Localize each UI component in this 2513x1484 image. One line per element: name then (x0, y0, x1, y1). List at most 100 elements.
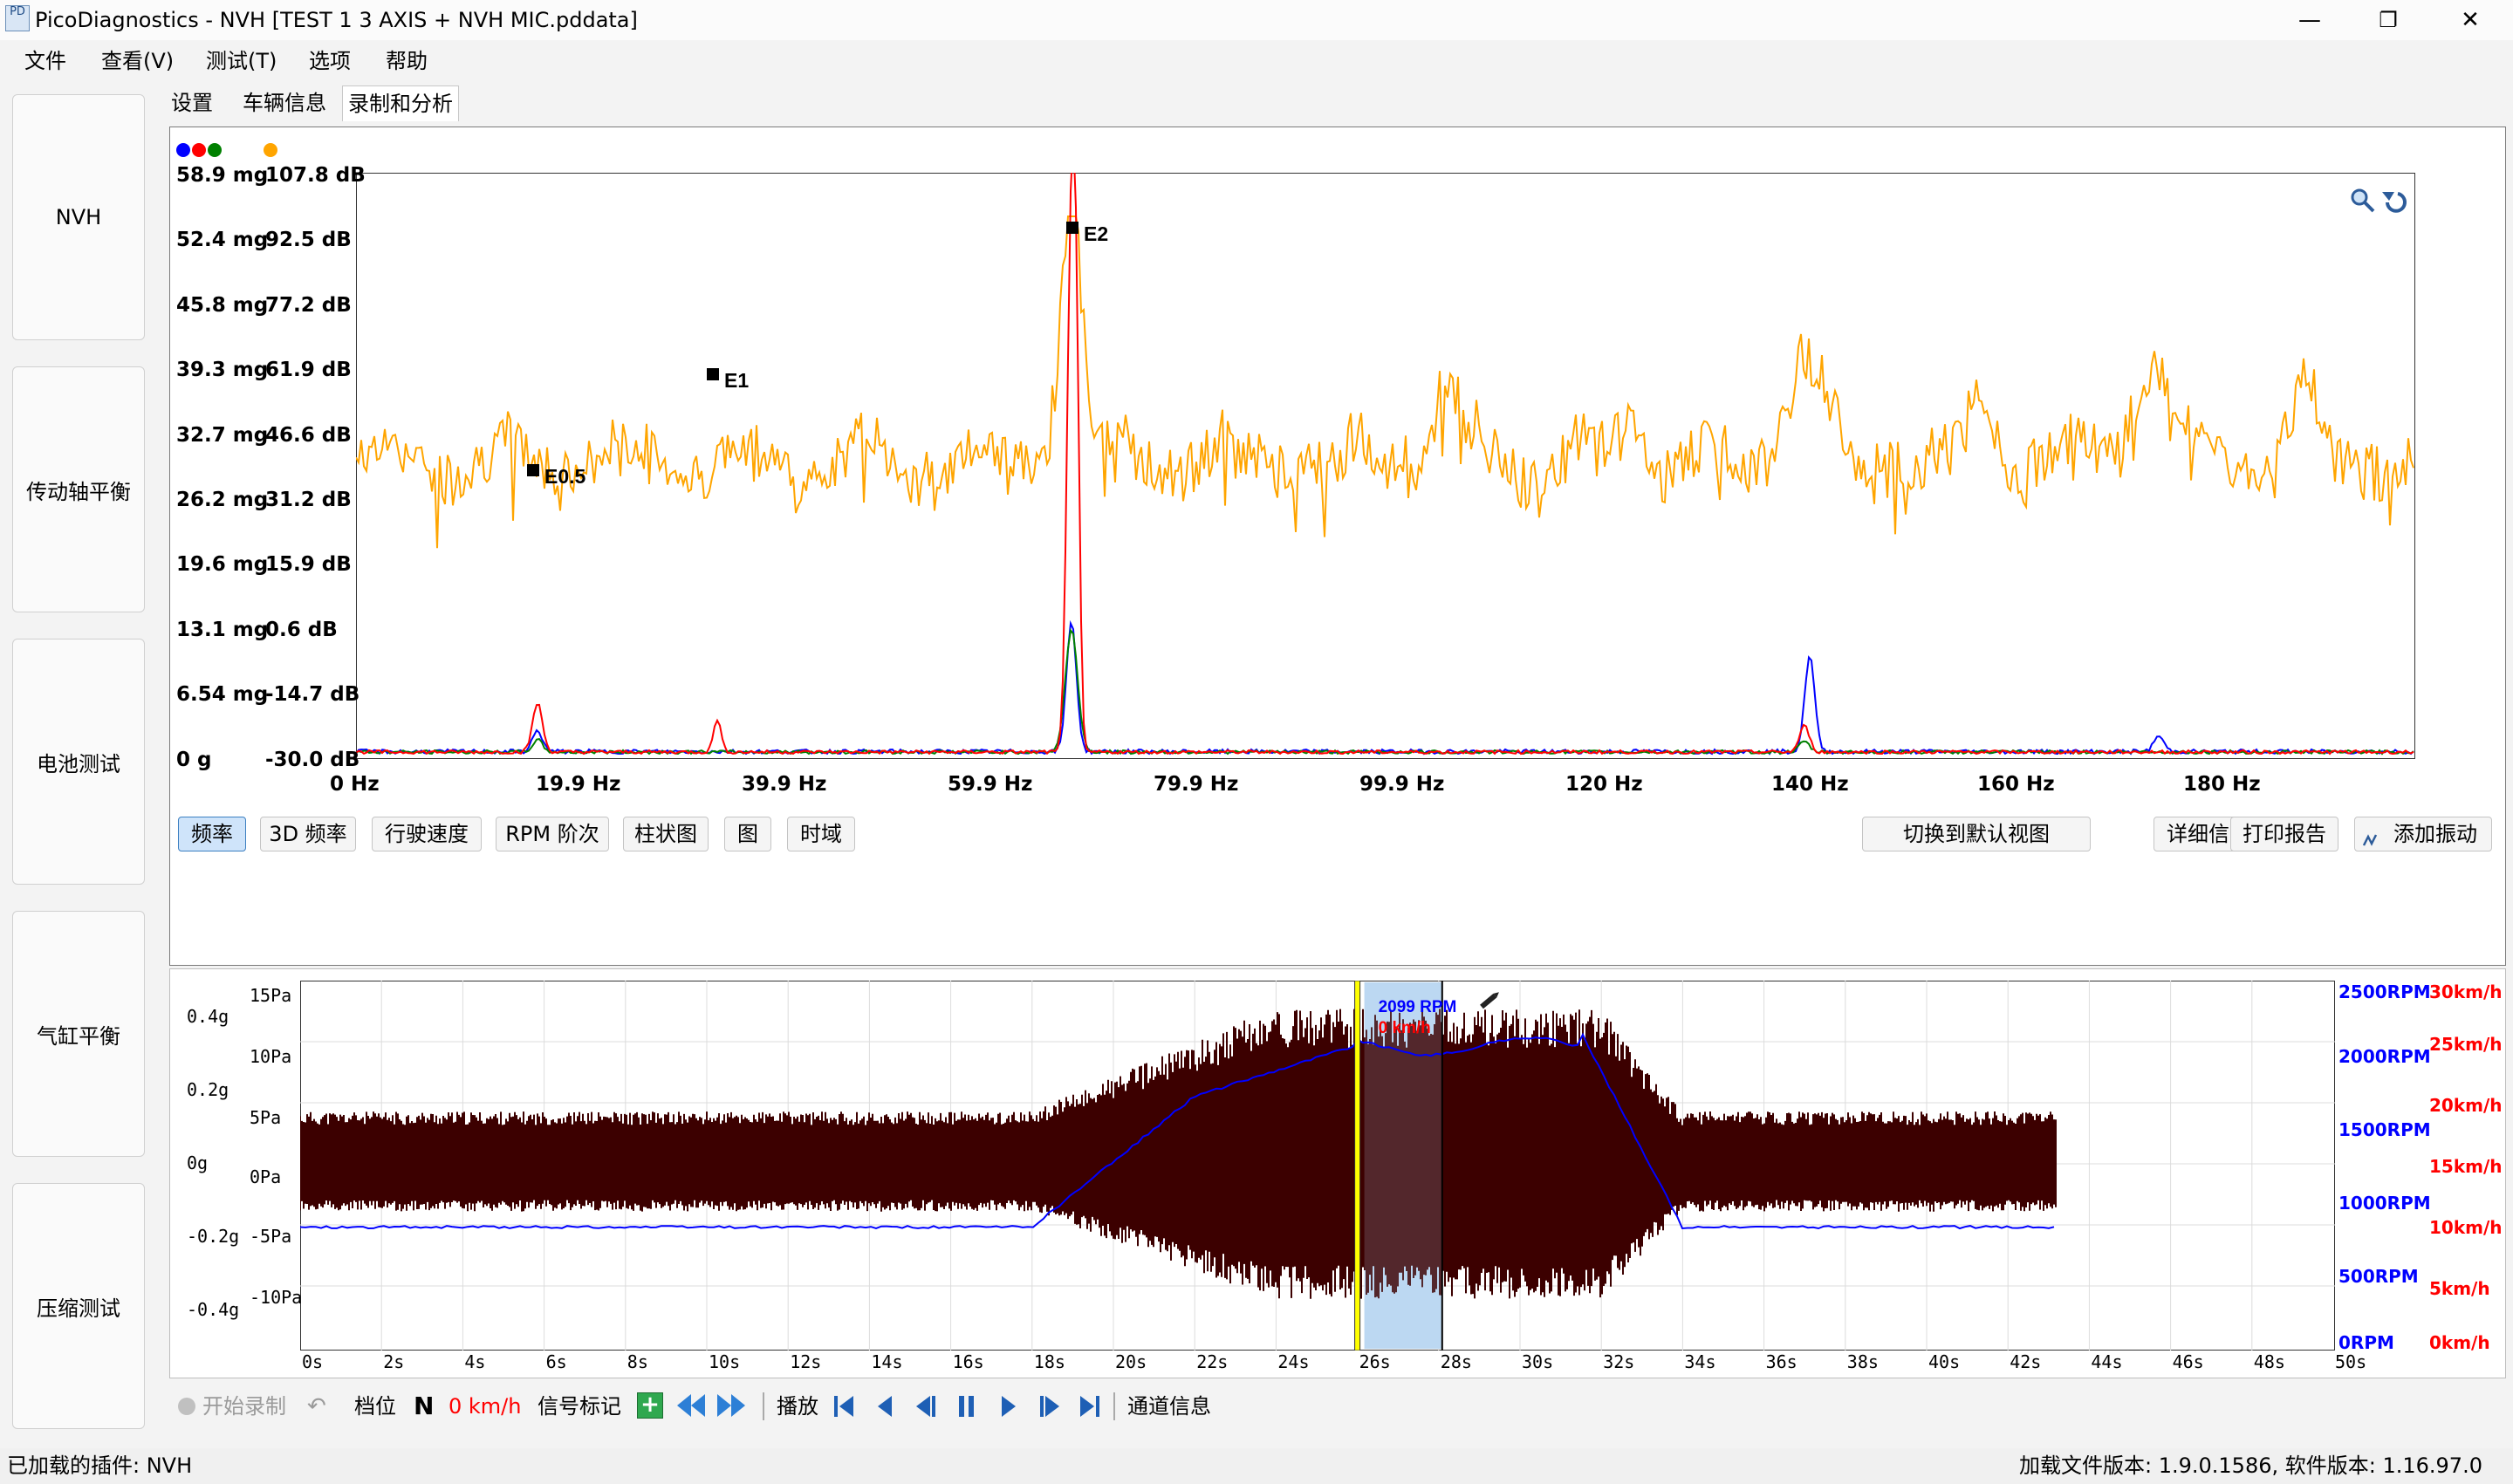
spectrum-y-label-mg: 19.6 mg (176, 553, 269, 577)
timeline-x-label: 30s (1522, 1351, 1554, 1372)
marker-e2[interactable] (1066, 222, 1078, 234)
spectrum-y-label-mg: 32.7 mg (176, 423, 269, 447)
menu-view[interactable]: 查看(V) (101, 45, 174, 77)
skip-to-start-icon[interactable] (832, 1394, 855, 1419)
prev-marker-icon[interactable] (675, 1392, 707, 1419)
timeline-x-label: 34s (1684, 1351, 1716, 1372)
restore-button[interactable]: ❐ (2349, 0, 2427, 40)
timeline-y-label-rpm: 1000RPM (2338, 1193, 2431, 1214)
close-button[interactable]: ✕ (2431, 0, 2510, 40)
timeline-y-label-rpm: 2500RPM (2338, 981, 2431, 1002)
add-vibration-label: 添加振动 (2393, 822, 2477, 846)
add-vibration-icon (2362, 825, 2378, 846)
timeline-y-label-g: -0.4g (187, 1299, 240, 1320)
spectrum-x-label: 180 Hz (2183, 773, 2261, 796)
marker-e1[interactable] (707, 368, 719, 380)
spectrum-y-label-db: -30.0 dB (265, 748, 360, 771)
frame-forward-icon[interactable] (1037, 1394, 1063, 1419)
spectrum-y-label-mg: 58.9 mg (176, 164, 269, 187)
timeline-x-label: 38s (1846, 1351, 1879, 1372)
spectrum-x-label: 59.9 Hz (948, 773, 1033, 796)
spectrum-y-label-mg: 26.2 mg (176, 489, 269, 511)
pause-icon[interactable] (956, 1394, 977, 1419)
timeline-y-label-g: 0g (187, 1152, 209, 1173)
nav-compression-test[interactable]: 压缩测试 (12, 1183, 145, 1429)
timeline-x-label: 28s (1440, 1351, 1472, 1372)
menu-help[interactable]: 帮助 (386, 45, 428, 77)
view-graph-button[interactable]: 图 (724, 817, 771, 851)
view-histogram-button[interactable]: 柱状图 (623, 817, 709, 851)
spectrum-y-label-db: 15.9 dB (265, 553, 352, 577)
add-marker-icon[interactable]: + (637, 1392, 663, 1419)
timeline-y-label-g: 0.2g (187, 1079, 229, 1100)
marker-e05[interactable] (527, 464, 539, 476)
timeline-x-label: 12s (790, 1351, 822, 1372)
timeline-y-label-pa: 5Pa (250, 1107, 282, 1128)
timeline-x-label: 20s (1115, 1351, 1147, 1372)
tab-record-analyze[interactable]: 录制和分析 (342, 85, 459, 121)
timeline-y-label-pa: 15Pa (250, 985, 292, 1006)
frame-back-icon[interactable] (913, 1394, 939, 1419)
view-3d-frequency-button[interactable]: 3D 频率 (260, 817, 356, 851)
nav-driveshaft-balance[interactable]: 传动轴平衡 (12, 366, 145, 612)
add-vibration-button[interactable]: 添加振动 (2354, 817, 2492, 851)
skip-to-end-icon[interactable] (1078, 1394, 1101, 1419)
gear-label: 档位 (354, 1394, 396, 1419)
timeline-y-label-rpm: 2000RPM (2338, 1046, 2431, 1067)
timeline-x-label: 46s (2172, 1351, 2204, 1372)
timeline-x-label: 22s (1196, 1351, 1229, 1372)
timeline-y-label-pa: 0Pa (250, 1166, 282, 1187)
timeline-x-label: 26s (1359, 1351, 1391, 1372)
step-back-icon[interactable] (876, 1394, 895, 1419)
play-icon[interactable] (998, 1394, 1017, 1419)
timeline-x-label: 16s (952, 1351, 984, 1372)
menu-file[interactable]: 文件 (24, 45, 66, 77)
default-view-button[interactable]: 切换到默认视图 (1862, 817, 2091, 851)
timeline-plot[interactable]: 2099 RPM 0 km/h (300, 981, 2335, 1351)
start-recording-button[interactable]: 开始录制 (202, 1392, 286, 1420)
nav-battery-test[interactable]: 电池测试 (12, 639, 145, 885)
nav-nvh[interactable]: NVH (12, 94, 145, 340)
menu-options[interactable]: 选项 (309, 45, 351, 77)
tab-settings[interactable]: 设置 (166, 85, 218, 120)
tab-vehicle-info[interactable]: 车辆信息 (237, 85, 332, 120)
spectrum-x-label: 19.9 Hz (536, 773, 621, 796)
toolbar-divider (763, 1392, 764, 1420)
cursor-speed-readout: 0 km/h (1379, 1019, 1431, 1037)
spectrum-x-label: 120 Hz (1565, 773, 1643, 796)
spectrum-y-label-mg: 13.1 mg (176, 618, 269, 641)
timeline-y-label-g: -0.2g (187, 1226, 240, 1247)
time-cursor[interactable] (1354, 981, 1361, 1351)
spectrum-y-label-db: 31.2 dB (265, 489, 352, 511)
spectrum-y-label-mg: 45.8 mg (176, 293, 269, 317)
playback-label: 播放 (777, 1394, 818, 1419)
timeline-x-label: 50s (2335, 1351, 2367, 1372)
spectrum-y-label-mg: 0 g (176, 748, 212, 771)
window-title: PicoDiagnostics - NVH [TEST 1 3 AXIS + N… (35, 8, 638, 32)
spectrum-plot[interactable]: E0.5 E1 E2 (356, 173, 2415, 759)
timeline-x-label: 42s (2010, 1351, 2042, 1372)
view-road-speed-button[interactable]: 行驶速度 (372, 817, 482, 851)
view-time-domain-button[interactable]: 时域 (787, 817, 855, 851)
next-marker-icon[interactable] (716, 1392, 747, 1419)
menu-test[interactable]: 测试(T) (206, 45, 277, 77)
timeline-y-label-pa: -10Pa (250, 1287, 303, 1308)
undo-record-icon[interactable]: ↶ (307, 1392, 326, 1420)
spectrum-y-label-db: 0.6 dB (265, 618, 338, 641)
timeline-x-label: 6s (545, 1351, 567, 1372)
spectrum-x-label: 140 Hz (1771, 773, 1849, 796)
spectrum-y-label-db: 46.6 dB (265, 423, 352, 447)
view-rpm-order-button[interactable]: RPM 阶次 (496, 817, 609, 851)
spectrum-y-label-db: 107.8 dB (265, 164, 366, 187)
timeline-y-label-kmh: 20km/h (2429, 1095, 2503, 1116)
marker-e1-label: E1 (724, 369, 749, 392)
channel-info-button[interactable]: 通道信息 (1127, 1392, 1211, 1420)
timeline-x-label: 8s (627, 1351, 648, 1372)
timeline-x-label: 10s (709, 1351, 741, 1372)
nav-cylinder-balance[interactable]: 气缸平衡 (12, 911, 145, 1157)
minimize-button[interactable]: — (2270, 0, 2349, 40)
spectrum-y-label-db: -14.7 dB (265, 683, 360, 707)
view-frequency-button[interactable]: 频率 (178, 817, 246, 851)
spectrum-y-label-db: 61.9 dB (265, 359, 352, 382)
print-report-button[interactable]: 打印报告 (2230, 817, 2338, 851)
